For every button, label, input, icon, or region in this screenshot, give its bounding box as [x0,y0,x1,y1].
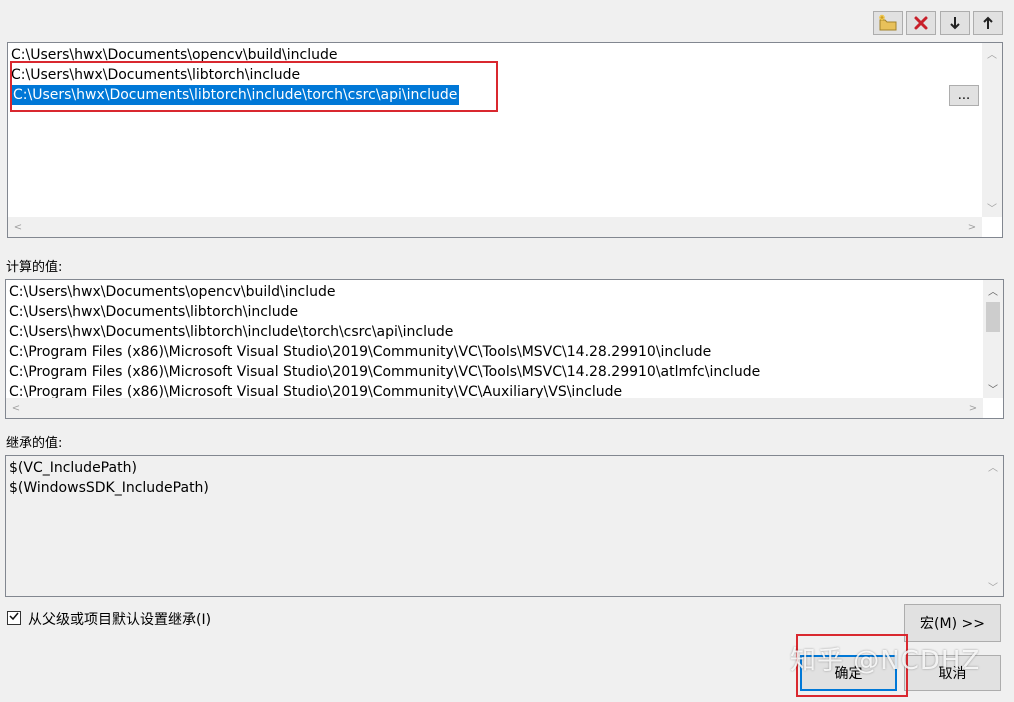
list-item: $(VC_IncludePath) [9,460,137,476]
scroll-up-arrow-icon[interactable]: ︿ [982,43,1002,63]
watermark: 知乎 @NCDHZ [790,646,981,676]
scroll-up-arrow-icon[interactable]: ︿ [983,456,1003,476]
scroll-left-arrow-icon[interactable]: < [8,217,28,237]
scroll-up-arrow-icon[interactable]: ︿ [983,280,1003,300]
inherited-value-label: 继承的值: [6,436,63,451]
new-line-button[interactable] [873,11,903,35]
edit-list-vertical-scrollbar[interactable]: ︿ ﹀ [982,43,1002,217]
macros-button[interactable]: 宏(M) >> [904,604,1001,642]
evaluated-vertical-scrollbar[interactable]: ︿ ﹀ [983,280,1003,398]
scroll-right-arrow-icon[interactable]: > [963,398,983,418]
inherit-checkbox-label[interactable]: 从父级或项目默认设置继承(I) [28,609,211,629]
scroll-down-arrow-icon[interactable]: ﹀ [983,576,1003,596]
list-item: $(WindowsSDK_IncludePath) [9,480,209,496]
evaluated-horizontal-scrollbar[interactable]: < > [6,398,983,418]
checkmark-icon [8,610,20,626]
include-directories-dialog: C:\Users\hwx\Documents\opencv\build\incl… [0,0,1014,702]
scroll-down-arrow-icon[interactable]: ﹀ [983,378,1003,398]
delete-x-icon [913,15,929,31]
list-item[interactable]: C:\Users\hwx\Documents\libtorch\include [11,65,300,85]
include-path-edit-list[interactable]: C:\Users\hwx\Documents\opencv\build\incl… [7,42,1003,238]
move-up-button[interactable] [973,11,1003,35]
inherited-vertical-scrollbar[interactable]: ︿ ﹀ [983,456,1003,596]
inherited-value-list[interactable]: $(VC_IncludePath) $(WindowsSDK_IncludePa… [5,455,1004,597]
scroll-down-arrow-icon[interactable]: ﹀ [982,197,1002,217]
scroll-left-arrow-icon[interactable]: < [6,398,26,418]
inherit-checkbox[interactable] [7,611,21,625]
list-item: C:\Users\hwx\Documents\libtorch\include\… [9,324,454,340]
list-item: C:\Program Files (x86)\Microsoft Visual … [9,364,761,380]
list-item: C:\Users\hwx\Documents\libtorch\include [9,304,299,320]
scroll-thumb[interactable] [986,302,1000,332]
list-item: C:\Users\hwx\Documents\opencv\build\incl… [9,284,336,300]
edit-list-horizontal-scrollbar[interactable]: < > [8,217,982,237]
list-item-selected[interactable]: C:\Users\hwx\Documents\libtorch\include\… [11,85,460,105]
move-down-button[interactable] [940,11,970,35]
list-item: C:\Program Files (x86)\Microsoft Visual … [9,344,712,360]
list-item[interactable]: C:\Users\hwx\Documents\opencv\build\incl… [11,45,338,65]
delete-line-button[interactable] [906,11,936,35]
evaluated-value-label: 计算的值: [6,260,63,275]
evaluated-value-list[interactable]: C:\Users\hwx\Documents\opencv\build\incl… [5,279,1004,419]
arrow-up-icon [981,15,995,31]
scroll-right-arrow-icon[interactable]: > [962,217,982,237]
browse-button[interactable]: ... [949,85,979,106]
folder-new-icon [878,14,898,32]
arrow-down-icon [948,15,962,31]
